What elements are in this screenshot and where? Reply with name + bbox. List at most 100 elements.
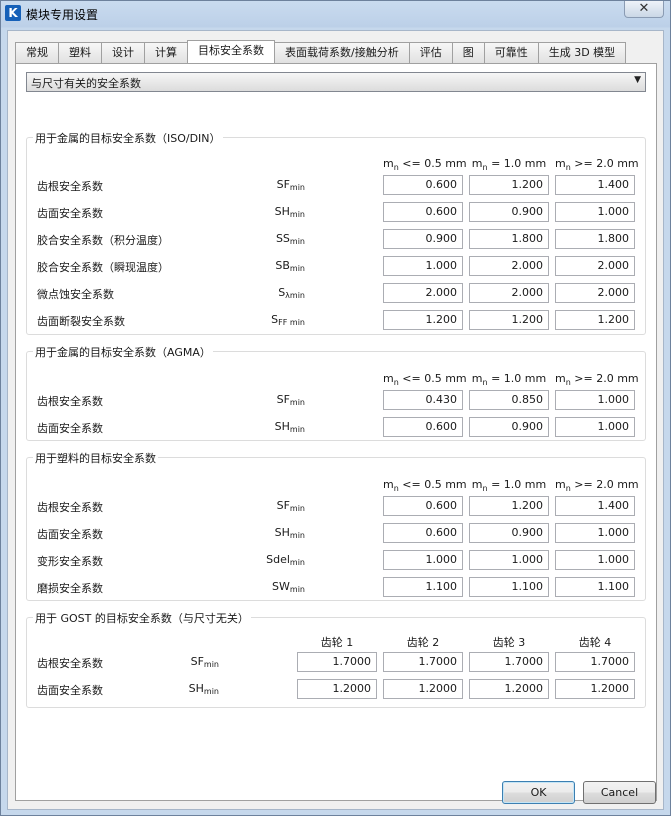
- factor-symbol: SFF min: [271, 313, 305, 327]
- group-agma: 用于金属的目标安全系数（AGMA） mn <= 0.5 mm mn = 1.0 mm…: [26, 344, 646, 441]
- row-label: 齿根安全系数: [37, 180, 103, 193]
- ok-button[interactable]: OK: [502, 781, 575, 804]
- value-input[interactable]: 1.7000: [469, 652, 549, 672]
- value-input[interactable]: 1.000: [555, 390, 635, 410]
- value-input[interactable]: 1.200: [469, 496, 549, 516]
- row-label: 齿面安全系数: [37, 528, 103, 541]
- tab-0[interactable]: 常规: [15, 42, 59, 63]
- row-label: 齿根安全系数: [37, 501, 103, 514]
- row-label: 胶合安全系数（积分温度）: [37, 234, 169, 247]
- column-header: 齿轮 4: [578, 636, 612, 649]
- value-input[interactable]: 1.000: [555, 550, 635, 570]
- value-input[interactable]: 1.100: [469, 577, 549, 597]
- row-label: 磨损安全系数: [37, 582, 103, 595]
- value-input[interactable]: 0.600: [383, 523, 463, 543]
- value-input[interactable]: 1.200: [469, 175, 549, 195]
- value-input[interactable]: 1.2000: [297, 679, 377, 699]
- value-input[interactable]: 1.000: [555, 523, 635, 543]
- value-input[interactable]: 0.900: [469, 417, 549, 437]
- app-icon: K: [5, 5, 21, 21]
- tab-8[interactable]: 可靠性: [483, 42, 539, 63]
- group-title: 用于 GOST 的目标安全系数（与尺寸无关）: [33, 610, 251, 626]
- factor-symbol: SHmin: [274, 420, 305, 434]
- value-input[interactable]: 1.100: [555, 577, 635, 597]
- column-header: mn = 1.0 mm: [471, 372, 547, 388]
- value-input[interactable]: 1.2000: [469, 679, 549, 699]
- value-input[interactable]: 1.7000: [383, 652, 463, 672]
- row-label: 胶合安全系数（瞬现温度）: [37, 261, 169, 274]
- value-input[interactable]: 2.000: [469, 283, 549, 303]
- value-input[interactable]: 2.000: [383, 283, 463, 303]
- tab-5[interactable]: 表面载荷系数/接触分析: [274, 42, 410, 63]
- value-input[interactable]: 1.000: [555, 202, 635, 222]
- value-input[interactable]: 1.7000: [555, 652, 635, 672]
- value-input[interactable]: 1.800: [469, 229, 549, 249]
- value-input[interactable]: 0.600: [383, 496, 463, 516]
- value-input[interactable]: 1.000: [555, 417, 635, 437]
- title-bar[interactable]: K 模块专用设置 ✕: [1, 1, 670, 27]
- row-label: 齿面断裂安全系数: [37, 315, 125, 328]
- tab-4[interactable]: 目标安全系数: [187, 40, 275, 63]
- value-input[interactable]: 1.7000: [297, 652, 377, 672]
- value-input[interactable]: 0.900: [469, 523, 549, 543]
- row-label: 齿根安全系数: [37, 657, 103, 670]
- window-title: 模块专用设置: [26, 8, 99, 22]
- factor-symbol: SFmin: [276, 499, 305, 513]
- value-input[interactable]: 1.200: [469, 310, 549, 330]
- value-input[interactable]: 1.400: [555, 496, 635, 516]
- value-input[interactable]: 1.000: [383, 550, 463, 570]
- close-button[interactable]: ✕: [624, 1, 664, 18]
- row-label: 微点蚀安全系数: [37, 288, 114, 301]
- value-input[interactable]: 1.200: [555, 310, 635, 330]
- value-input[interactable]: 0.850: [469, 390, 549, 410]
- value-input[interactable]: 2.000: [555, 256, 635, 276]
- column-header: mn >= 2.0 mm: [555, 478, 639, 494]
- factor-symbol: SSmin: [275, 232, 305, 246]
- value-input[interactable]: 1.200: [383, 310, 463, 330]
- value-input[interactable]: 1.000: [469, 550, 549, 570]
- tab-strip: 常规 塑料 设计 计算 目标安全系数 表面载荷系数/接触分析 评估图可靠性 生成 3D 模型: [15, 40, 627, 63]
- value-input[interactable]: 1.400: [555, 175, 635, 195]
- group-title: 用于塑料的目标安全系数: [33, 450, 158, 466]
- group-title: 用于金属的目标安全系数（AGMA）: [33, 344, 213, 360]
- tab-1[interactable]: 塑料: [58, 42, 102, 63]
- cancel-button[interactable]: Cancel: [583, 781, 656, 804]
- tab-panel-target-safety: 与尺寸有关的安全系数 ▼ 用于金属的目标安全系数（ISO/DIN） mn <= 0…: [15, 63, 657, 801]
- column-header: 齿轮 2: [406, 636, 440, 649]
- row-label: 齿面安全系数: [37, 207, 103, 220]
- value-input[interactable]: 1.100: [383, 577, 463, 597]
- value-input[interactable]: 1.2000: [555, 679, 635, 699]
- column-header: mn = 1.0 mm: [471, 157, 547, 173]
- group-iso-din: 用于金属的目标安全系数（ISO/DIN） mn <= 0.5 mm mn = 1.0…: [26, 130, 646, 335]
- tab-7[interactable]: 图: [451, 42, 485, 63]
- tab-6[interactable]: 评估: [408, 42, 453, 63]
- column-header: mn <= 0.5 mm: [383, 478, 467, 494]
- value-input[interactable]: 1.000: [383, 256, 463, 276]
- column-header: mn <= 0.5 mm: [383, 372, 467, 388]
- column-header: 齿轮 1: [320, 636, 354, 649]
- value-input[interactable]: 2.000: [555, 283, 635, 303]
- tab-9[interactable]: 生成 3D 模型: [537, 42, 627, 63]
- tab-2[interactable]: 设计: [101, 42, 145, 63]
- column-header: mn >= 2.0 mm: [555, 372, 639, 388]
- value-input[interactable]: 0.600: [383, 175, 463, 195]
- value-input[interactable]: 0.600: [383, 202, 463, 222]
- chevron-down-icon[interactable]: ▼: [634, 75, 641, 85]
- value-input[interactable]: 0.900: [469, 202, 549, 222]
- row-label: 齿面安全系数: [37, 422, 103, 435]
- safety-factor-mode-dropdown[interactable]: 与尺寸有关的安全系数 ▼: [26, 72, 646, 92]
- factor-symbol: SWmin: [272, 580, 305, 594]
- value-input[interactable]: 1.800: [555, 229, 635, 249]
- value-input[interactable]: 2.000: [469, 256, 549, 276]
- value-input[interactable]: 0.600: [383, 417, 463, 437]
- factor-symbol: SHmin: [274, 205, 305, 219]
- value-input[interactable]: 0.900: [383, 229, 463, 249]
- value-input[interactable]: 1.2000: [383, 679, 463, 699]
- tab-3[interactable]: 计算: [144, 42, 188, 63]
- factor-symbol: Sdelmin: [266, 553, 305, 567]
- factor-symbol: SFmin: [276, 178, 305, 192]
- column-header: mn >= 2.0 mm: [555, 157, 639, 173]
- factor-symbol: Sλmin: [278, 286, 305, 300]
- group-plastic: 用于塑料的目标安全系数 mn <= 0.5 mm mn = 1.0 mm mn >= …: [26, 450, 646, 601]
- value-input[interactable]: 0.430: [383, 390, 463, 410]
